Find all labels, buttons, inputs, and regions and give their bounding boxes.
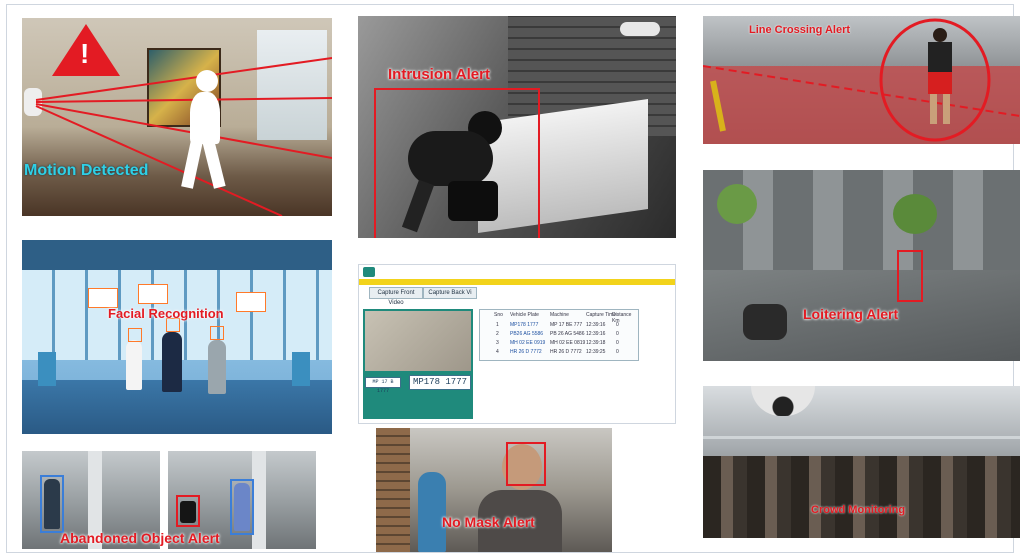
no-mask-alert-label: No Mask Alert — [442, 514, 535, 530]
tree — [717, 184, 757, 224]
abandoned-bag — [180, 501, 196, 523]
motion-detected-label: Motion Detected — [24, 162, 149, 179]
table-row[interactable]: 0 — [616, 331, 619, 337]
brick-wall — [376, 428, 410, 552]
facial-recognition-label: Facial Recognition — [108, 306, 224, 321]
table-row[interactable]: MH 02 EE 0819 — [550, 340, 585, 346]
table-row[interactable]: MP 17 BE 777 — [550, 322, 582, 328]
scooter-rider — [743, 304, 787, 340]
table-row[interactable]: 4 — [496, 349, 499, 355]
yellow-menu-bar — [359, 279, 675, 285]
table-row[interactable]: HR 26 D 7772 — [510, 349, 542, 355]
gate-right — [292, 352, 310, 386]
traveler-3 — [208, 340, 226, 394]
table-row[interactable]: 0 — [616, 340, 619, 346]
table-row[interactable]: 12:39:18 — [586, 340, 605, 346]
gate-left — [38, 352, 56, 386]
traveler-1 — [126, 340, 142, 390]
traveler-2 — [162, 332, 182, 392]
tree — [893, 194, 937, 234]
line-crossing-label: Line Crossing Alert — [749, 24, 851, 36]
laser-beams — [35, 57, 332, 216]
no-mask-face-box — [506, 442, 546, 486]
line-crossing-panel: Line Crossing Alert — [703, 16, 1020, 144]
abandoned-object-label: Abandoned Object Alert — [60, 530, 220, 546]
crowd — [703, 456, 1020, 538]
camera-frame — [365, 311, 471, 371]
app-logo-icon — [363, 267, 375, 277]
crowd-monitoring-label: Crowd Monitoring — [811, 504, 906, 516]
plate-large: MP178 1777 — [409, 375, 471, 390]
table-row[interactable]: PB 26 AG 5486 — [550, 331, 584, 337]
building-facade — [703, 170, 1020, 270]
intrusion-alert-panel: Intrusion Alert — [358, 16, 676, 238]
intrusion-alert-label: Intrusion Alert — [388, 66, 490, 83]
table-row[interactable]: 0 — [616, 349, 619, 355]
table-header-machine: Machine — [550, 312, 569, 318]
table-row[interactable]: MP178 1777 — [510, 322, 538, 328]
table-row[interactable]: 12:39:25 — [586, 349, 605, 355]
no-mask-panel: No Mask Alert — [376, 428, 612, 552]
table-header-plate: Vehicle Plate — [510, 312, 539, 318]
records-table: Sno Vehicle Plate Machine Capture Time D… — [479, 309, 639, 361]
table-row[interactable]: 1 — [496, 322, 499, 328]
loitering-detection-box — [897, 250, 923, 302]
table-header-sno: Sno — [494, 312, 503, 318]
face-scan-box — [128, 328, 142, 342]
crowd-monitoring-panel: Crowd Monitoring — [703, 386, 1020, 538]
crossing-person — [925, 28, 955, 128]
table-row[interactable]: 12:39:16 — [586, 322, 605, 328]
capture-back-video-button[interactable]: Capture Back Vi — [423, 287, 477, 299]
table-row[interactable]: 0 — [616, 322, 619, 328]
capture-front-video-button[interactable]: Capture Front Video — [369, 287, 423, 306]
ceiling-camera-icon — [620, 22, 660, 36]
handrail — [703, 436, 1020, 439]
loitering-panel: Loitering Alert — [703, 170, 1020, 361]
dome-camera-icon — [751, 386, 815, 416]
id-card — [236, 292, 266, 312]
table-row[interactable]: HR 26 D 7772 — [550, 349, 582, 355]
walking-figure — [181, 70, 228, 189]
id-card — [88, 288, 118, 308]
app-header — [359, 265, 675, 279]
motion-detected-panel: ! Motion Detected — [22, 18, 332, 216]
person-figure — [44, 479, 60, 529]
loitering-alert-label: Loitering Alert — [803, 306, 899, 322]
table-row[interactable]: PB26 AG 5586 — [510, 331, 543, 337]
table-row[interactable]: 3 — [496, 340, 499, 346]
person-left — [418, 472, 446, 552]
table-row[interactable]: 12:39:16 — [586, 331, 605, 337]
intrusion-detection-box — [374, 88, 540, 238]
person-figure — [234, 483, 250, 531]
id-card — [138, 284, 168, 304]
terminal-roof — [22, 240, 332, 270]
facial-recognition-panel: Facial Recognition — [22, 240, 332, 434]
table-row[interactable]: MH 02 EE 0919 — [510, 340, 545, 346]
station-pillar — [252, 451, 266, 549]
anpr-software-panel: Capture Front Video Capture Back Vi MP 1… — [358, 264, 676, 424]
face-scan-box — [210, 326, 224, 340]
table-row[interactable]: 2 — [496, 331, 499, 337]
plate-small: MP 17 B 1777 — [365, 377, 401, 394]
